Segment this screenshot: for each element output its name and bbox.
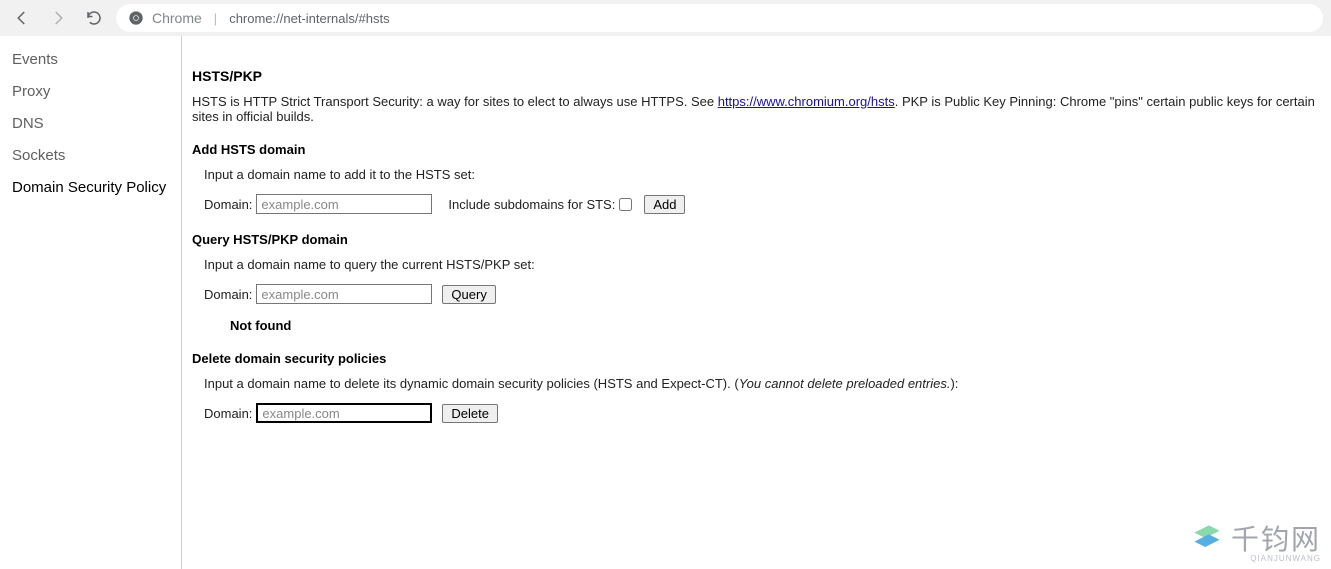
sidebar-item-proxy[interactable]: Proxy xyxy=(4,76,177,108)
delete-help-b: ): xyxy=(950,376,958,391)
delete-form-row: Domain: Delete xyxy=(204,403,1321,423)
include-subdomains-checkbox[interactable] xyxy=(619,198,632,211)
arrow-right-icon xyxy=(49,9,67,27)
intro-text: HSTS is HTTP Strict Transport Security: … xyxy=(192,94,1321,124)
sidebar: Events Proxy DNS Sockets Domain Security… xyxy=(0,36,182,569)
query-button[interactable]: Query xyxy=(442,285,495,304)
delete-heading: Delete domain security policies xyxy=(192,351,1321,366)
sidebar-item-domain-security-policy[interactable]: Domain Security Policy xyxy=(4,172,177,204)
browser-toolbar: Chrome | chrome://net-internals/#hsts xyxy=(0,0,1331,36)
address-scheme-label: Chrome xyxy=(152,10,202,26)
query-domain-input[interactable] xyxy=(256,284,432,304)
add-help-text: Input a domain name to add it to the HST… xyxy=(204,167,1321,182)
query-result: Not found xyxy=(230,318,1321,333)
add-button[interactable]: Add xyxy=(644,195,685,214)
delete-button[interactable]: Delete xyxy=(442,404,498,423)
query-form-row: Domain: Query xyxy=(204,284,1321,304)
forward-button[interactable] xyxy=(44,4,72,32)
reload-button[interactable] xyxy=(80,4,108,32)
delete-domain-input[interactable] xyxy=(256,403,432,423)
delete-help-a: Input a domain name to delete its dynami… xyxy=(204,376,739,391)
reload-icon xyxy=(85,9,103,27)
delete-help-text: Input a domain name to delete its dynami… xyxy=(204,376,1321,391)
chrome-logo-icon xyxy=(128,10,144,26)
query-help-text: Input a domain name to query the current… xyxy=(204,257,1321,272)
add-domain-label: Domain: xyxy=(204,197,252,212)
include-subdomains-label: Include subdomains for STS: xyxy=(448,197,615,212)
query-heading: Query HSTS/PKP domain xyxy=(192,232,1321,247)
sidebar-item-sockets[interactable]: Sockets xyxy=(4,140,177,172)
add-form-row: Domain: Include subdomains for STS: Add xyxy=(204,194,1321,214)
address-bar[interactable]: Chrome | chrome://net-internals/#hsts xyxy=(116,4,1323,32)
sidebar-item-dns[interactable]: DNS xyxy=(4,108,177,140)
address-url: chrome://net-internals/#hsts xyxy=(229,11,389,26)
intro-link[interactable]: https://www.chromium.org/hsts xyxy=(718,94,895,109)
sidebar-item-events[interactable]: Events xyxy=(4,44,177,76)
arrow-left-icon xyxy=(13,9,31,27)
back-button[interactable] xyxy=(8,4,36,32)
content-area: HSTS/PKP HSTS is HTTP Strict Transport S… xyxy=(182,36,1331,569)
delete-help-italic: You cannot delete preloaded entries. xyxy=(739,376,951,391)
delete-domain-label: Domain: xyxy=(204,406,252,421)
query-domain-label: Domain: xyxy=(204,287,252,302)
add-heading: Add HSTS domain xyxy=(192,142,1321,157)
intro-text-a: HSTS is HTTP Strict Transport Security: … xyxy=(192,94,718,109)
address-separator: | xyxy=(214,11,217,26)
page-title: HSTS/PKP xyxy=(192,68,1321,84)
add-domain-input[interactable] xyxy=(256,194,432,214)
